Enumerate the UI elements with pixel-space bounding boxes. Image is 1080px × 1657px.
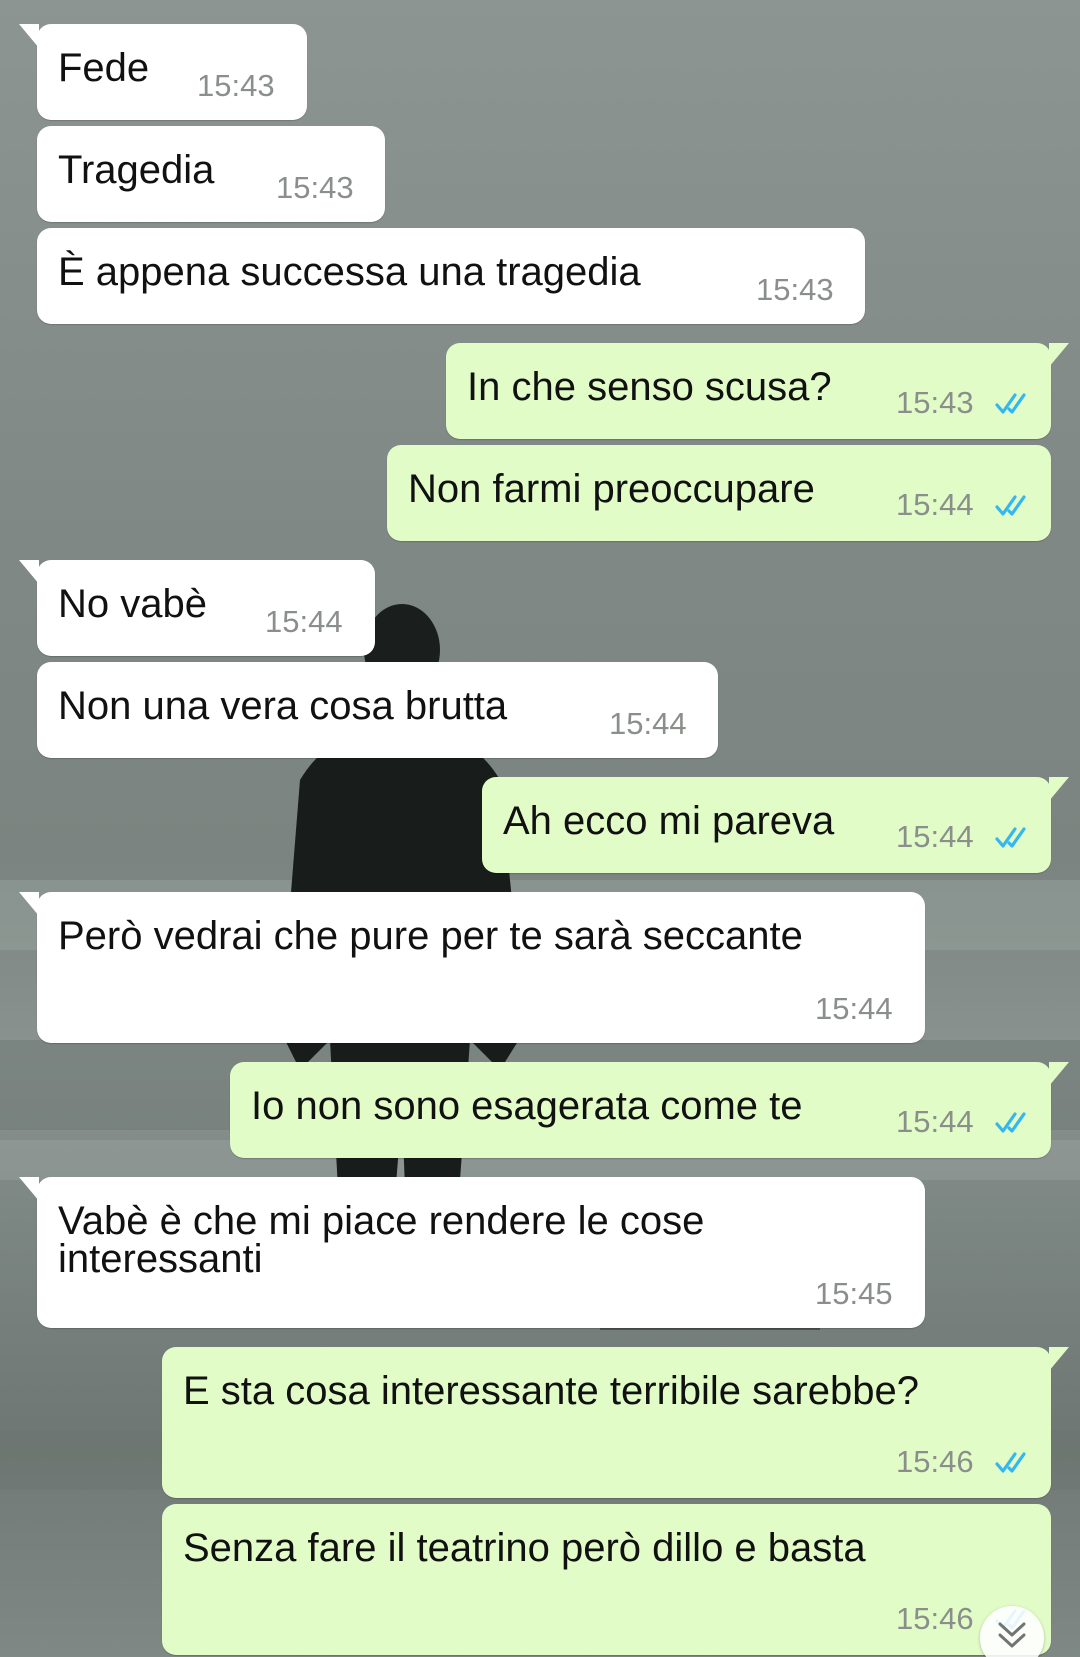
message-time: 15:44 — [896, 819, 974, 854]
double-check-icon — [995, 393, 1026, 414]
outgoing-message[interactable]: Io non sono esagerata come te 15:44 — [230, 1062, 1069, 1158]
message-text: Fede — [58, 46, 150, 90]
message-time: 15:44 — [609, 706, 687, 741]
message-time: 15:43 — [896, 385, 974, 420]
message-text: Io non sono esagerata come te — [251, 1084, 803, 1128]
message-text: In che senso scusa? — [467, 365, 832, 409]
message-text: Però vedrai che pure per te sarà seccant… — [58, 914, 803, 958]
message-text: No vabè — [58, 582, 207, 626]
incoming-message[interactable]: Però vedrai che pure per te sarà seccant… — [19, 892, 925, 1043]
message-time: 15:46 — [896, 1601, 974, 1636]
message-text: Tragedia — [58, 148, 215, 192]
message-text: Senza fare il teatrino però dillo e bast… — [183, 1526, 866, 1570]
double-check-icon — [995, 495, 1026, 516]
outgoing-message[interactable]: E sta cosa interessante terribile sarebb… — [162, 1347, 1069, 1498]
double-chevron-down-icon — [998, 1622, 1026, 1648]
message-time: 15:43 — [276, 170, 354, 205]
double-check-icon — [995, 827, 1026, 848]
message-time: 15:45 — [815, 1276, 893, 1311]
message-text: È appena successa una tragedia — [58, 250, 641, 294]
message-text: Non farmi preoccupare — [408, 467, 815, 511]
message-time: 15:44 — [265, 604, 343, 639]
message-text: Ah ecco mi pareva — [503, 799, 835, 843]
incoming-message[interactable]: È appena successa una tragedia 15:43 — [37, 228, 865, 324]
outgoing-message[interactable]: Ah ecco mi pareva 15:44 — [482, 777, 1069, 873]
incoming-message[interactable]: Non una vera cosa brutta 15:44 — [37, 662, 718, 758]
message-time: 15:44 — [896, 1104, 974, 1139]
outgoing-message[interactable]: Non farmi preoccupare 15:44 — [387, 445, 1051, 541]
message-time: 15:43 — [756, 272, 834, 307]
message-text: Non una vera cosa brutta — [58, 684, 508, 728]
message-time: 15:43 — [197, 68, 275, 103]
double-check-icon — [995, 1112, 1026, 1133]
message-time: 15:46 — [896, 1444, 974, 1479]
incoming-message[interactable]: Vabè è che mi piace rendere le cose inte… — [19, 1177, 925, 1328]
outgoing-message[interactable]: In che senso scusa? 15:43 — [446, 343, 1069, 439]
message-text-line-2: interessanti — [58, 1237, 263, 1281]
incoming-message[interactable]: Fede 15:43 — [19, 24, 307, 120]
message-text: E sta cosa interessante terribile sarebb… — [183, 1369, 919, 1413]
incoming-message[interactable]: Tragedia 15:43 — [37, 126, 385, 222]
double-check-icon — [995, 1452, 1026, 1473]
message-time: 15:44 — [815, 991, 893, 1026]
message-time: 15:44 — [896, 487, 974, 522]
outgoing-message[interactable]: Senza fare il teatrino però dillo e bast… — [162, 1504, 1051, 1655]
incoming-message[interactable]: No vabè 15:44 — [19, 560, 375, 656]
